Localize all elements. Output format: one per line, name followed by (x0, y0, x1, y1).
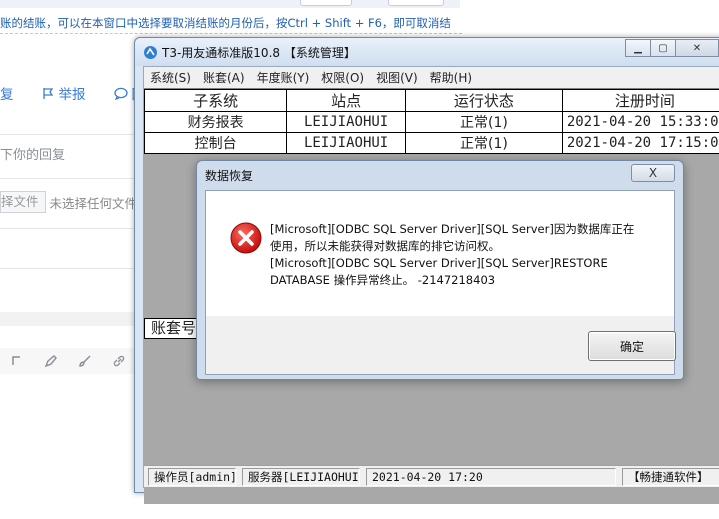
menu-bar: 系统(S) 账套(A) 年度账(Y) 权限(O) 视图(V) 帮助(H) (144, 67, 719, 88)
notice-text: 账的结账，可以在本窗口中选择要取消结账的月份后，按Ctrl + Shift + … (0, 12, 462, 34)
window-titlebar[interactable]: T3-用友通标准版10.8 【系统管理】 ▁ ▢ ✕ (135, 38, 719, 66)
cell-site: LEIJIAOHUI (286, 111, 407, 133)
col-header-site[interactable]: 站点 (286, 89, 407, 112)
status-operator: 操作员[admin] (148, 468, 236, 486)
col-header-register-time[interactable]: 注册时间 (561, 89, 719, 112)
col-header-status[interactable]: 运行状态 (405, 89, 563, 112)
cell-subsystem: 控制台 (143, 132, 288, 154)
divider (0, 268, 140, 269)
dialog-close-button[interactable]: X (631, 164, 675, 182)
message-line: [Microsoft][ODBC SQL Server Driver][SQL … (270, 256, 608, 270)
col-header-subsystem[interactable]: 子系统 (143, 89, 288, 112)
gray-band (0, 312, 140, 326)
reply-placeholder[interactable]: 下你的回复 (0, 144, 65, 163)
pen-icon[interactable] (34, 354, 68, 368)
dialog-body: [Microsoft][ODBC SQL Server Driver][SQL … (205, 190, 676, 375)
table-row[interactable]: 控制台 LEIJIAOHUI 正常(1) 2021-04-20 17:15:09 (143, 132, 719, 154)
status-brand: 【畅捷通软件】 (622, 468, 719, 486)
message-line: 使用，所以未能获得对数据库的排它访问权。 (270, 239, 500, 253)
edit-icon[interactable] (0, 354, 34, 368)
maximize-button[interactable]: ▢ (650, 39, 676, 57)
table-row[interactable]: 财务报表 LEIJIAOHUI 正常(1) 2021-04-20 15:33:0… (143, 111, 719, 133)
maximize-icon: ▢ (658, 42, 668, 54)
menu-view[interactable]: 视图(V) (370, 69, 424, 86)
window-controls: ▁ ▢ ✕ (625, 39, 719, 57)
menu-help[interactable]: 帮助(H) (424, 69, 478, 86)
message-line: [Microsoft][ODBC SQL Server Driver][SQL … (270, 222, 635, 236)
minimize-button[interactable]: ▁ (625, 39, 651, 57)
menu-system[interactable]: 系统(S) (144, 69, 197, 86)
link-icon[interactable] (102, 354, 136, 368)
data-restore-dialog: 数据恢复 X [Microsoft][ODBC SQL Server Drive… (196, 160, 684, 380)
file-status: 未选择任何文件 (49, 195, 138, 211)
status-bar: 操作员[admin] 服务器[LEIJIAOHUI] 2021-04-20 17… (144, 465, 719, 487)
reply-action-label: 复 (0, 87, 14, 103)
background-top-button[interactable] (300, 0, 352, 6)
minimize-icon: ▁ (634, 42, 642, 54)
divider (0, 134, 140, 135)
cell-register-time: 2021-04-20 17:15:09 (561, 132, 719, 154)
comment-icon (113, 87, 128, 100)
menu-account[interactable]: 账套(A) (197, 69, 251, 86)
error-message: [Microsoft][ODBC SQL Server Driver][SQL … (270, 221, 666, 289)
reply-action[interactable]: 复 (0, 83, 28, 103)
app-icon (144, 46, 157, 59)
status-datetime: 2021-04-20 17:20 (366, 468, 616, 486)
error-icon (230, 222, 262, 254)
subsystem-table: 子系统 站点 运行状态 注册时间 财务报表 LEIJIAOHUI 正常(1) 2… (143, 89, 719, 154)
ok-button[interactable]: 确定 (588, 331, 676, 361)
cell-status: 正常(1) (405, 111, 563, 133)
dialog-title: 数据恢复 (205, 169, 254, 183)
close-button[interactable]: ✕ (675, 39, 719, 57)
cell-register-time: 2021-04-20 15:33:02 (561, 111, 719, 133)
cell-site: LEIJIAOHUI (286, 132, 407, 154)
flag-icon (42, 87, 53, 99)
status-server: 服务器[LEIJIAOHUI] (242, 468, 360, 486)
brush-icon[interactable] (68, 354, 102, 368)
window-title: T3-用友通标准版10.8 【系统管理】 (162, 46, 356, 60)
table-header-row: 子系统 站点 运行状态 注册时间 (143, 89, 719, 112)
cell-status: 正常(1) (405, 132, 563, 154)
message-line: DATABASE 操作异常终止。 -2147218403 (270, 273, 496, 287)
file-chooser: 择文件 未选择任何文件 (0, 190, 137, 214)
close-icon: ✕ (692, 42, 702, 54)
cell-subsystem: 财务报表 (143, 111, 288, 133)
report-action-label: 举报 (58, 87, 86, 103)
choose-file-button[interactable]: 择文件 (0, 191, 46, 213)
divider (0, 228, 140, 229)
report-action[interactable]: 举报 (42, 83, 100, 103)
menu-year-account[interactable]: 年度账(Y) (251, 69, 316, 86)
menu-permission[interactable]: 权限(O) (315, 69, 370, 86)
background-top-button[interactable] (388, 0, 444, 6)
editor-toolbar (0, 348, 140, 374)
close-icon: X (648, 166, 658, 180)
divider (0, 178, 140, 179)
